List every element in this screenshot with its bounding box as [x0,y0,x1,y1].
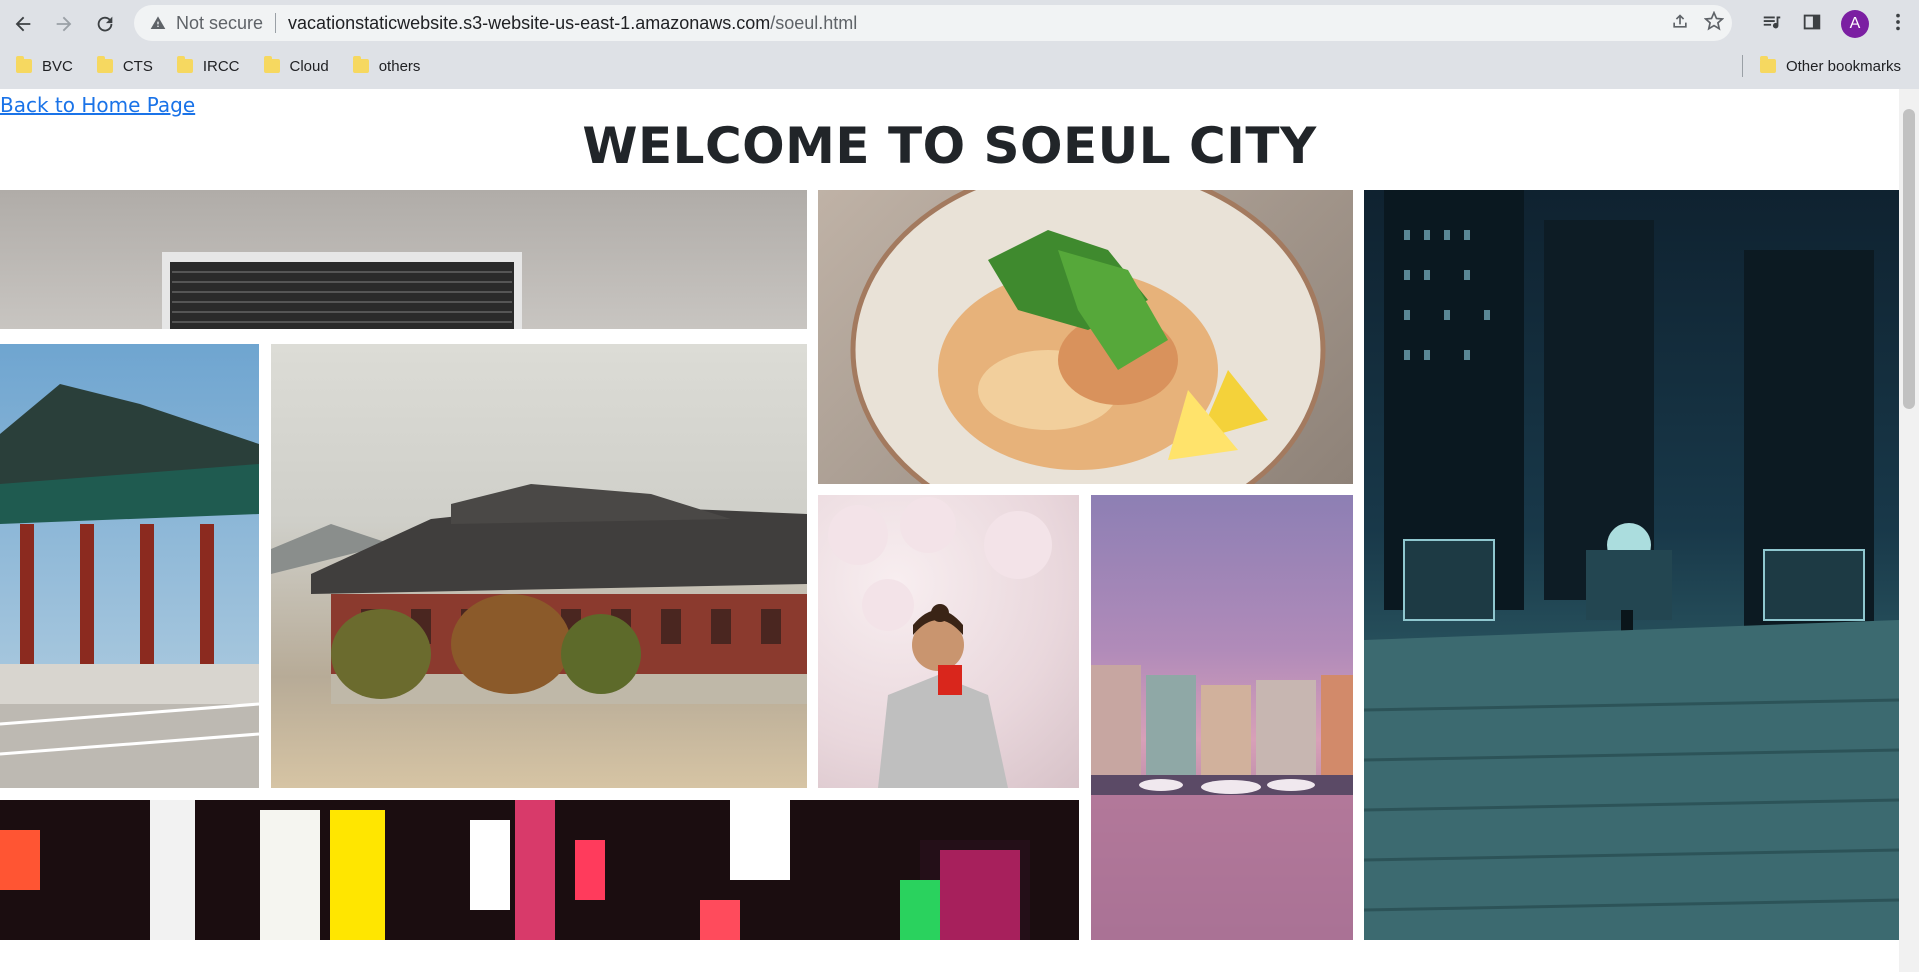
bookmark-label: others [378,57,421,75]
scrollbar-thumb[interactable] [1903,109,1915,409]
share-icon[interactable] [1670,11,1690,36]
vent-graphic [162,252,522,329]
bookmarks-bar: BVC CTS IRCC Cloud others Other bookmark… [0,49,1919,83]
forward-arrow-icon[interactable] [46,6,82,42]
web-page: Back to Home Page WELCOME TO SOEUL CITY [0,89,1899,972]
bookmark-label: CTS [122,57,153,75]
url-host: vacationstaticwebsite.s3-website-us-east… [288,12,771,33]
bookmark-bvc[interactable]: BVC [16,56,73,75]
more-menu-icon[interactable] [1887,11,1909,38]
bookmarks-divider [1742,55,1743,77]
photo-pavilion [0,344,259,788]
reload-icon[interactable] [87,6,123,42]
bookmark-cloud[interactable]: Cloud [263,56,329,75]
pasta-graphic [850,190,1326,484]
warning-icon [150,15,166,31]
star-icon[interactable] [1703,10,1725,36]
photo-snowy-city-night [1364,190,1899,940]
bookmark-cts[interactable]: CTS [96,56,153,75]
folder-icon [352,56,369,73]
media-queue-icon[interactable] [1761,11,1783,38]
folder-icon [176,56,193,73]
neon-street-graphic [0,800,1030,940]
photo-harbor-sunset [1091,495,1353,940]
url-path: /soeul.html [770,12,858,33]
page-scrollbar[interactable] [1899,89,1919,972]
folder-icon [1759,56,1776,73]
omnibox-divider [275,13,277,33]
bookmark-label: Cloud [289,57,329,75]
folder-icon [16,56,32,73]
address-bar[interactable]: Not secure vacationstaticwebsite.s3-webs… [134,5,1732,41]
harbor-graphic [1091,665,1353,940]
pavilion-graphic [0,384,259,788]
toolbar-right: A [1761,6,1909,42]
palace-graphic [271,484,807,704]
browser-chrome: Not secure vacationstaticwebsite.s3-webs… [0,0,1919,89]
security-label[interactable]: Not secure [176,13,263,34]
folder-icon [263,56,280,73]
profile-avatar[interactable]: A [1841,10,1869,38]
url-text[interactable]: vacationstaticwebsite.s3-website-us-east… [288,13,857,34]
page-title: WELCOME TO SOEUL CITY [582,117,1317,175]
noodles-graphic [828,497,1052,788]
bookmark-label: BVC [42,57,73,75]
photo-cherry-blossom-noodles [818,495,1079,788]
bookmark-label: IRCC [202,57,240,75]
bookmark-others[interactable]: others [352,56,421,75]
photo-palace [271,344,807,788]
side-panel-icon[interactable] [1801,11,1823,38]
omnibox-actions [1670,5,1725,41]
photo-pasta-dish [818,190,1353,484]
photo-neon-street [0,800,1079,940]
back-home-link[interactable]: Back to Home Page [0,93,195,117]
snowy-city-graphic [1364,190,1899,940]
back-arrow-icon[interactable] [5,6,41,42]
other-bookmarks[interactable]: Other bookmarks [1759,56,1901,75]
browser-toolbar: Not secure vacationstaticwebsite.s3-webs… [0,0,1919,47]
other-bookmarks-label: Other bookmarks [1785,57,1901,75]
photo-wall-vent [0,190,807,329]
bookmark-ircc[interactable]: IRCC [176,56,240,75]
folder-icon [96,56,113,73]
